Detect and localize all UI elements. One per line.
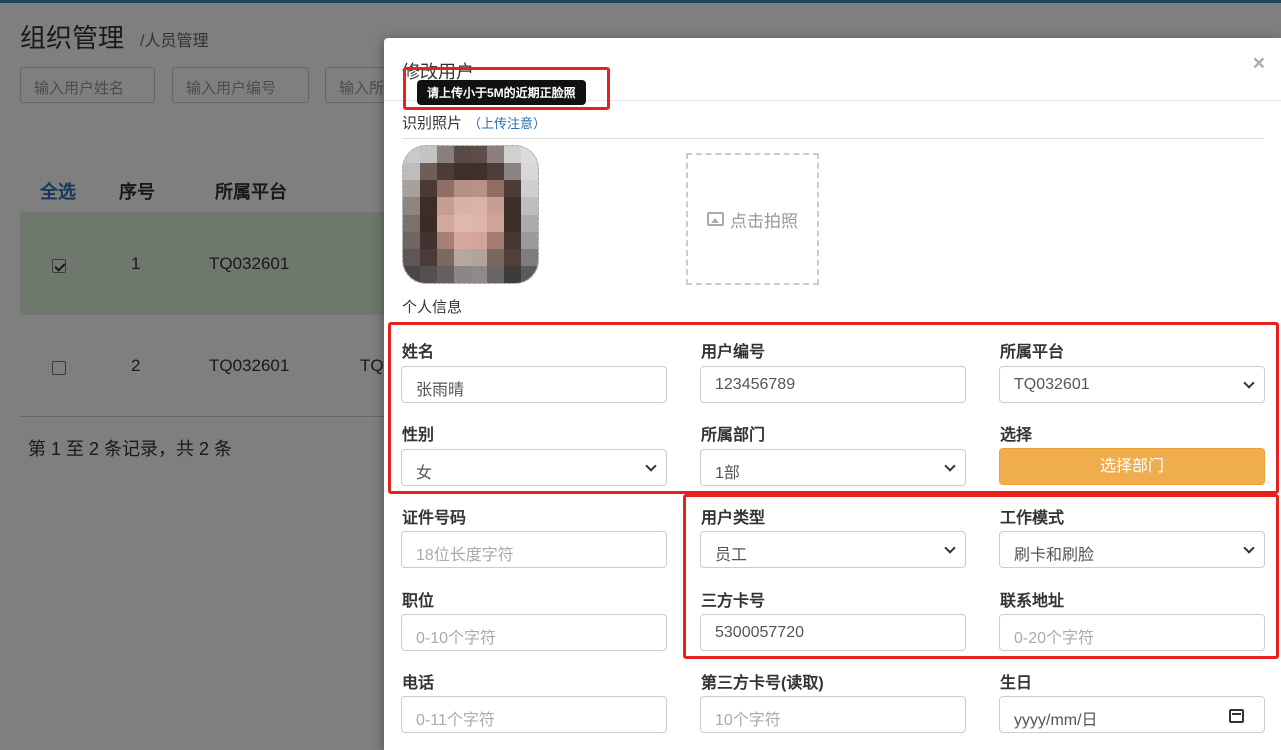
- close-icon[interactable]: ×: [1253, 52, 1265, 76]
- work-mode-label: 工作模式: [1000, 510, 1065, 527]
- choose-dept-button[interactable]: 选择部门: [999, 448, 1265, 485]
- chevron-down-icon: [1243, 542, 1255, 554]
- gender-select[interactable]: 女: [401, 449, 667, 486]
- chevron-down-icon: [1243, 377, 1255, 389]
- upload-note-link[interactable]: （上传注意）: [468, 116, 546, 131]
- address-label: 联系地址: [1000, 593, 1065, 610]
- third-card-read-input[interactable]: 10个字符: [700, 696, 966, 733]
- pixelated-face-image: [403, 146, 538, 283]
- dept-select-value: 1部: [715, 465, 740, 482]
- user-type-select[interactable]: 员工: [700, 531, 966, 568]
- phone-label: 电话: [402, 675, 435, 692]
- id-no-input[interactable]: 18位长度字符: [401, 531, 667, 568]
- name-input[interactable]: 张雨晴: [401, 366, 667, 403]
- address-input[interactable]: 0-20个字符: [999, 614, 1265, 651]
- highlight-box-tooltip: [403, 67, 610, 110]
- name-label: 姓名: [402, 344, 435, 361]
- dept-label: 所属部门: [701, 427, 766, 444]
- take-photo-label: 点击拍照: [730, 211, 798, 231]
- third-card-label: 三方卡号: [701, 593, 766, 610]
- gender-label: 性别: [402, 427, 435, 444]
- id-no-label: 证件号码: [402, 510, 467, 527]
- edit-user-modal: 修改用户 × 请上传小于5M的近期正脸照 识别照片 （上传注意） 点击拍照 个人信…: [384, 38, 1281, 750]
- position-input[interactable]: 0-10个字符: [401, 614, 667, 651]
- platform-select[interactable]: TQ032601: [999, 366, 1265, 403]
- chevron-down-icon: [645, 460, 657, 472]
- user-type-select-value: 员工: [715, 547, 748, 564]
- photo-section-label: 识别照片 （上传注意）: [402, 112, 546, 133]
- divider: [402, 138, 1264, 139]
- personal-info-label: 个人信息: [402, 299, 463, 316]
- dept-select[interactable]: 1部: [700, 449, 966, 486]
- work-mode-select[interactable]: 刷卡和刷脸: [999, 531, 1265, 568]
- take-photo-button[interactable]: 点击拍照: [686, 153, 819, 285]
- phone-input[interactable]: 0-11个字符: [401, 696, 667, 733]
- third-card-read-label: 第三方卡号(读取): [701, 675, 824, 692]
- calendar-icon[interactable]: [1229, 709, 1244, 723]
- user-photo[interactable]: [402, 145, 539, 284]
- birthday-placeholder: yyyy/mm/日: [1014, 712, 1098, 729]
- third-card-input[interactable]: 5300057720: [700, 614, 966, 651]
- birthday-label: 生日: [1000, 675, 1033, 692]
- user-no-input[interactable]: 123456789: [700, 366, 966, 403]
- image-icon: [707, 212, 724, 226]
- platform-label: 所属平台: [1000, 344, 1065, 361]
- choose-label: 选择: [1000, 427, 1033, 444]
- platform-select-value: TQ032601: [1014, 376, 1090, 393]
- user-no-label: 用户编号: [701, 344, 766, 361]
- photo-label: 识别照片: [402, 115, 463, 132]
- chevron-down-icon: [944, 542, 956, 554]
- user-type-label: 用户类型: [701, 510, 766, 527]
- birthday-input[interactable]: yyyy/mm/日: [999, 696, 1265, 733]
- chevron-down-icon: [944, 460, 956, 472]
- work-mode-select-value: 刷卡和刷脸: [1014, 547, 1095, 564]
- gender-select-value: 女: [416, 465, 433, 482]
- position-label: 职位: [402, 593, 435, 610]
